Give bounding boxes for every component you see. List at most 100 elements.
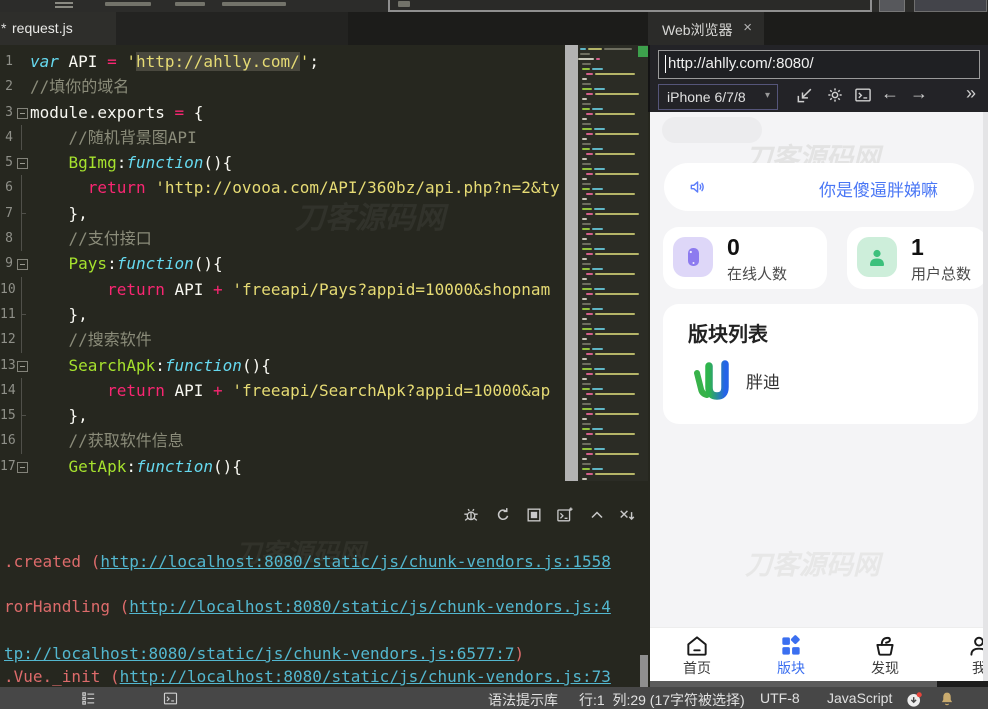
nav-item-版块[interactable]: 版块 <box>744 628 838 681</box>
code-line[interactable]: 10 return API + 'freeapi/Pays?appid=1000… <box>0 276 565 302</box>
tab-web-browser[interactable]: Web浏览器 × <box>648 12 764 45</box>
new-terminal-icon[interactable] <box>555 505 575 525</box>
chevron-down-icon: ▾ <box>764 90 770 101</box>
fold-guide <box>16 403 29 429</box>
code-text: return 'http://ovooa.com/API/360bz/api.p… <box>87 178 560 198</box>
code-line[interactable]: 4 //随机背景图API <box>0 124 565 151</box>
preview-vscrollbar[interactable] <box>983 112 988 681</box>
minimap[interactable] <box>578 45 648 481</box>
fold-marker-icon[interactable] <box>16 454 29 479</box>
nav-label: 版块 <box>777 660 805 676</box>
console-scrollbar[interactable] <box>640 655 648 687</box>
task-list-icon[interactable] <box>80 690 97 707</box>
stat-label: 在线人数 <box>727 266 788 283</box>
person-icon <box>857 237 897 277</box>
line-number: 2 <box>5 79 13 95</box>
language-status[interactable]: JavaScript <box>827 690 892 706</box>
line-number: 7 <box>5 205 13 221</box>
code-text: GetApk:function(){ <box>68 456 242 476</box>
close-icon[interactable]: × <box>743 19 752 36</box>
line-number: 11 <box>0 306 16 322</box>
code-line[interactable]: 8 //支付接口 <box>0 226 565 252</box>
code-line[interactable]: 15 }, <box>0 403 565 429</box>
nav-label: 首页 <box>683 660 711 676</box>
syntax-hint-status[interactable]: 语法提示库 <box>488 690 558 709</box>
code-line[interactable]: 9 Pays:function(){ <box>0 251 565 276</box>
run-button[interactable] <box>914 0 987 12</box>
terminal-icon[interactable] <box>853 85 873 105</box>
fold-guide <box>16 175 29 201</box>
editor-scrollbar[interactable] <box>565 45 578 481</box>
notice-banner[interactable]: 你是傻逼胖娣嘛 <box>664 163 974 211</box>
clear-console-icon[interactable] <box>617 505 637 525</box>
debug-bug-icon[interactable] <box>461 505 481 525</box>
tab-request-js[interactable]: * request.js <box>0 12 116 45</box>
stat-value: 1 <box>911 234 924 260</box>
update-download-icon[interactable] <box>905 690 924 709</box>
code-line[interactable]: 2 //填你的域名 <box>0 74 565 99</box>
collapse-up-icon[interactable] <box>587 505 607 525</box>
fold-marker-icon[interactable] <box>16 150 29 175</box>
gear-icon[interactable] <box>825 85 845 105</box>
nav-item-发现[interactable]: 发现 <box>838 628 932 681</box>
cursor-position-status[interactable]: 行:1 列:29 (17字符被选择) <box>579 690 745 709</box>
line-number: 4 <box>5 129 13 145</box>
stack-trace-link[interactable]: tp://localhost:8080/static/js/chunk-vend… <box>4 644 515 663</box>
code-line[interactable]: 5 BgImg:function(){ <box>0 150 565 175</box>
device-label: iPhone 6/7/8 <box>667 89 746 105</box>
bell-icon[interactable] <box>938 690 956 708</box>
code-text: SearchApk:function(){ <box>68 355 271 375</box>
toolbar-small-button[interactable] <box>879 0 905 12</box>
code-line[interactable]: 7 }, <box>0 200 565 227</box>
more-tools-icon[interactable]: » <box>966 83 976 104</box>
fold-marker-icon[interactable] <box>16 100 29 125</box>
code-text: }, <box>30 304 88 324</box>
global-search-box[interactable] <box>388 0 872 12</box>
browser-toolbar: http://ahlly.com/:8080/ iPhone 6/7/8 ▾ ←… <box>648 45 988 112</box>
line-number: 12 <box>0 332 16 348</box>
board-item[interactable]: 胖迪 <box>688 356 958 406</box>
code-text: //搜索软件 <box>68 330 152 350</box>
console-log-line: rorHandling (http://localhost:8080/stati… <box>4 597 611 616</box>
terminal-status-icon[interactable] <box>162 690 179 707</box>
nav-item-首页[interactable]: 首页 <box>650 628 744 681</box>
line-number: 14 <box>0 382 16 398</box>
stop-icon[interactable] <box>524 505 544 525</box>
nav-item-我[interactable]: 我 <box>932 628 988 681</box>
tab-bar: * request.js Web浏览器 × <box>0 12 988 45</box>
modified-marker: * <box>1 20 7 36</box>
restart-icon[interactable] <box>493 505 513 525</box>
ide-window: * request.js Web浏览器 × 1 var API = 'http:/… <box>0 0 988 709</box>
fold-marker-icon[interactable] <box>16 251 29 276</box>
code-text: module.exports = { <box>30 102 204 122</box>
code-text: }, <box>30 406 88 426</box>
code-text: //支付接口 <box>68 229 152 249</box>
code-line[interactable]: 17 GetApk:function(){ <box>0 454 565 479</box>
code-line[interactable]: 1 var API = 'http://ahlly.com/'; <box>0 49 565 74</box>
code-line[interactable]: 6 return 'http://ovooa.com/API/360bz/api… <box>0 175 565 201</box>
code-line[interactable]: 12 //搜索软件 <box>0 327 565 353</box>
code-editor[interactable]: 1 var API = 'http://ahlly.com/'; 2 //填你的域名 3… <box>0 45 565 481</box>
code-line[interactable]: 11 }, <box>0 301 565 328</box>
stat-value: 0 <box>727 234 740 260</box>
code-line[interactable]: 16 //获取软件信息 <box>0 428 565 454</box>
stack-trace-link[interactable]: http://localhost:8080/static/js/chunk-ve… <box>100 552 611 571</box>
code-line[interactable]: 14 return API + 'freeapi/SearchApk?appid… <box>0 377 565 404</box>
status-bar: 语法提示库 行:1 列:29 (17字符被选择) UTF-8 JavaScrip… <box>0 687 988 709</box>
toolbar-text-fragment <box>105 2 151 6</box>
code-line[interactable]: 3 module.exports = { <box>0 100 565 125</box>
nav-label: 发现 <box>871 660 899 676</box>
encoding-status[interactable]: UTF-8 <box>760 690 800 706</box>
url-input[interactable]: http://ahlly.com/:8080/ <box>658 50 980 79</box>
back-icon[interactable]: ← <box>881 83 899 104</box>
stack-trace-link[interactable]: http://localhost:8080/static/js/chunk-ve… <box>129 597 611 616</box>
undock-icon[interactable] <box>795 85 815 105</box>
code-text: BgImg:function(){ <box>68 153 233 173</box>
forward-icon[interactable]: → <box>910 83 928 104</box>
code-line[interactable]: 13 SearchApk:function(){ <box>0 353 565 378</box>
device-select[interactable]: iPhone 6/7/8 ▾ <box>658 84 778 110</box>
grid-icon <box>782 635 800 655</box>
fold-marker-icon[interactable] <box>16 353 29 378</box>
code-text: //填你的域名 <box>30 77 130 97</box>
stack-trace-link[interactable]: http://localhost:8080/static/js/chunk-ve… <box>120 667 611 686</box>
